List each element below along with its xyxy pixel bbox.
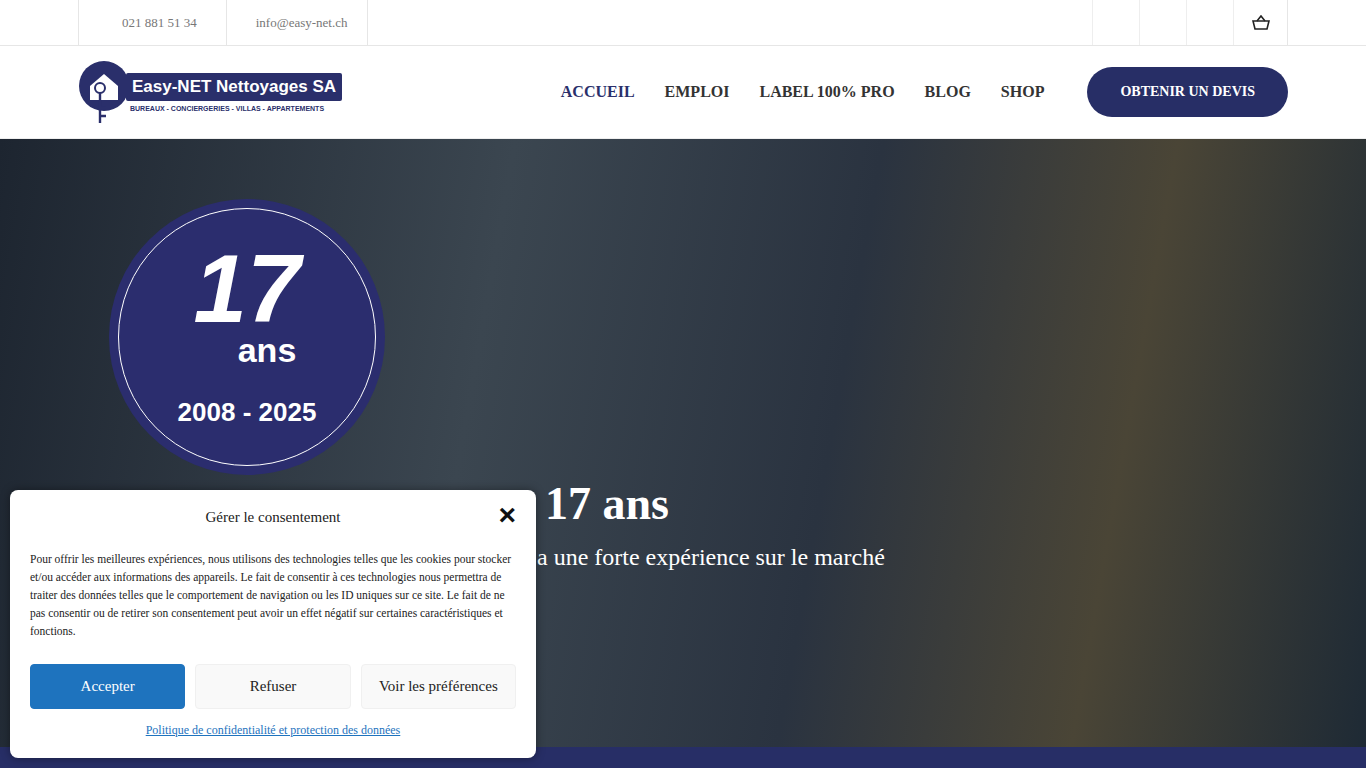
top-bar: 021 881 51 34info@easy-net.ch [0, 0, 1366, 46]
nav-item[interactable]: ACCUEIL [561, 83, 635, 101]
consent-text: Pour offrir les meilleures expériences, … [30, 550, 516, 640]
consent-title: Gérer le consentement [30, 506, 516, 528]
anniversary-badge: 17ans2008 - 2025 [109, 199, 385, 475]
logo-name: Easy-NET Nettoyages SA [126, 73, 342, 101]
close-button[interactable]: × [498, 502, 516, 528]
cart-button[interactable] [1233, 0, 1288, 45]
logo[interactable]: Easy-NET Nettoyages SA BUREAUX - CONCIERG… [78, 60, 342, 130]
privacy-link[interactable]: Politique de confidentialité et protecti… [30, 723, 516, 738]
hero-subtitle: a une forte expérience sur le marché [537, 544, 1366, 571]
quote-button[interactable]: OBTENIR UN DEVIS [1087, 67, 1288, 117]
nav-item[interactable]: EMPLOI [665, 83, 730, 101]
basket-icon [1252, 15, 1270, 31]
hero-title: 17 ans [545, 479, 1366, 530]
social-link[interactable] [1186, 0, 1233, 45]
social-link[interactable] [1092, 0, 1139, 45]
nav-item[interactable]: LABEL 100% PRO [759, 83, 894, 101]
consent-dialog: Gérer le consentement× Pour offrir les me… [10, 490, 536, 758]
consent-button[interactable]: Voir les préférences [361, 664, 516, 709]
consent-button[interactable]: Refuser [195, 664, 350, 709]
house-key-icon [78, 60, 132, 130]
main-nav: ACCUEIL EMPLOI LABEL 100% PRO BLOG SHOP OBTEN… [531, 67, 1288, 117]
consent-button[interactable]: Accepter [30, 664, 185, 709]
email-link[interactable]: info@easy-net.ch [226, 0, 368, 45]
logo-tagline: BUREAUX - CONCIERGERIES - VILLAS - APPAR… [126, 105, 342, 112]
nav-item[interactable]: SHOP [1001, 83, 1045, 101]
page: 021 881 51 34info@easy-net.ch Easy-NET Ne… [0, 0, 1366, 768]
header: Easy-NET Nettoyages SA BUREAUX - CONCIERG… [0, 46, 1366, 139]
social-link[interactable] [1139, 0, 1186, 45]
phone-link[interactable]: 021 881 51 34 [78, 0, 226, 45]
nav-item[interactable]: BLOG [925, 83, 971, 101]
